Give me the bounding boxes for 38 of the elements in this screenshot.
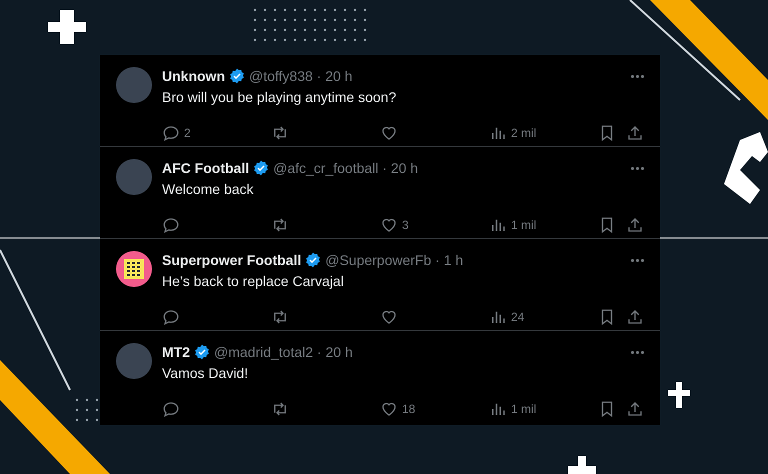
view-count: 1 mil: [511, 402, 536, 416]
tweet-text: He’s back to replace Carvajal: [162, 272, 345, 290]
cross-shape-drawing: [568, 456, 596, 474]
handle-and-time: @toffy838 · 20 h: [249, 68, 352, 84]
author-name[interactable]: MT2: [162, 344, 190, 360]
reply-icon[interactable]: [162, 216, 180, 234]
cross-shape-drawing: [668, 382, 690, 408]
reply-icon[interactable]: [162, 400, 180, 418]
view-count: 2 mil: [511, 126, 536, 140]
reply-count: 2: [184, 126, 191, 140]
repost-icon[interactable]: [271, 216, 289, 234]
repost-icon[interactable]: [271, 400, 289, 418]
share-icon[interactable]: [626, 308, 644, 326]
reply-icon[interactable]: [162, 124, 180, 142]
avatar[interactable]: [116, 251, 152, 287]
like-icon[interactable]: [380, 124, 398, 142]
handle-and-time: @madrid_total2 · 20 h: [214, 344, 353, 360]
like-icon[interactable]: [380, 216, 398, 234]
like-icon[interactable]: [380, 308, 398, 326]
tweet-text: Welcome back: [162, 180, 255, 198]
like-count: 3: [402, 218, 409, 232]
author-name[interactable]: Unknown: [162, 68, 225, 84]
view-count: 1 mil: [511, 218, 536, 232]
like-icon[interactable]: [380, 400, 398, 418]
view-count: 24: [511, 310, 524, 324]
share-icon[interactable]: [626, 400, 644, 418]
author-name[interactable]: Superpower Football: [162, 252, 302, 268]
like-count: 18: [402, 402, 416, 416]
handle-and-time: @SuperpowerFb · 1 h: [325, 252, 464, 268]
tweet-text: Bro will you be playing anytime soon?: [162, 88, 398, 106]
reply-icon[interactable]: [162, 308, 180, 326]
tweet-text: Vamos David!: [162, 364, 250, 382]
author-name[interactable]: AFC Football: [162, 160, 250, 176]
repost-icon[interactable]: [271, 308, 289, 326]
handle-and-time: @afc_cr_football · 20 h: [273, 160, 418, 176]
share-icon[interactable]: [626, 124, 644, 142]
share-icon[interactable]: [626, 216, 644, 234]
repost-icon[interactable]: [271, 124, 289, 142]
